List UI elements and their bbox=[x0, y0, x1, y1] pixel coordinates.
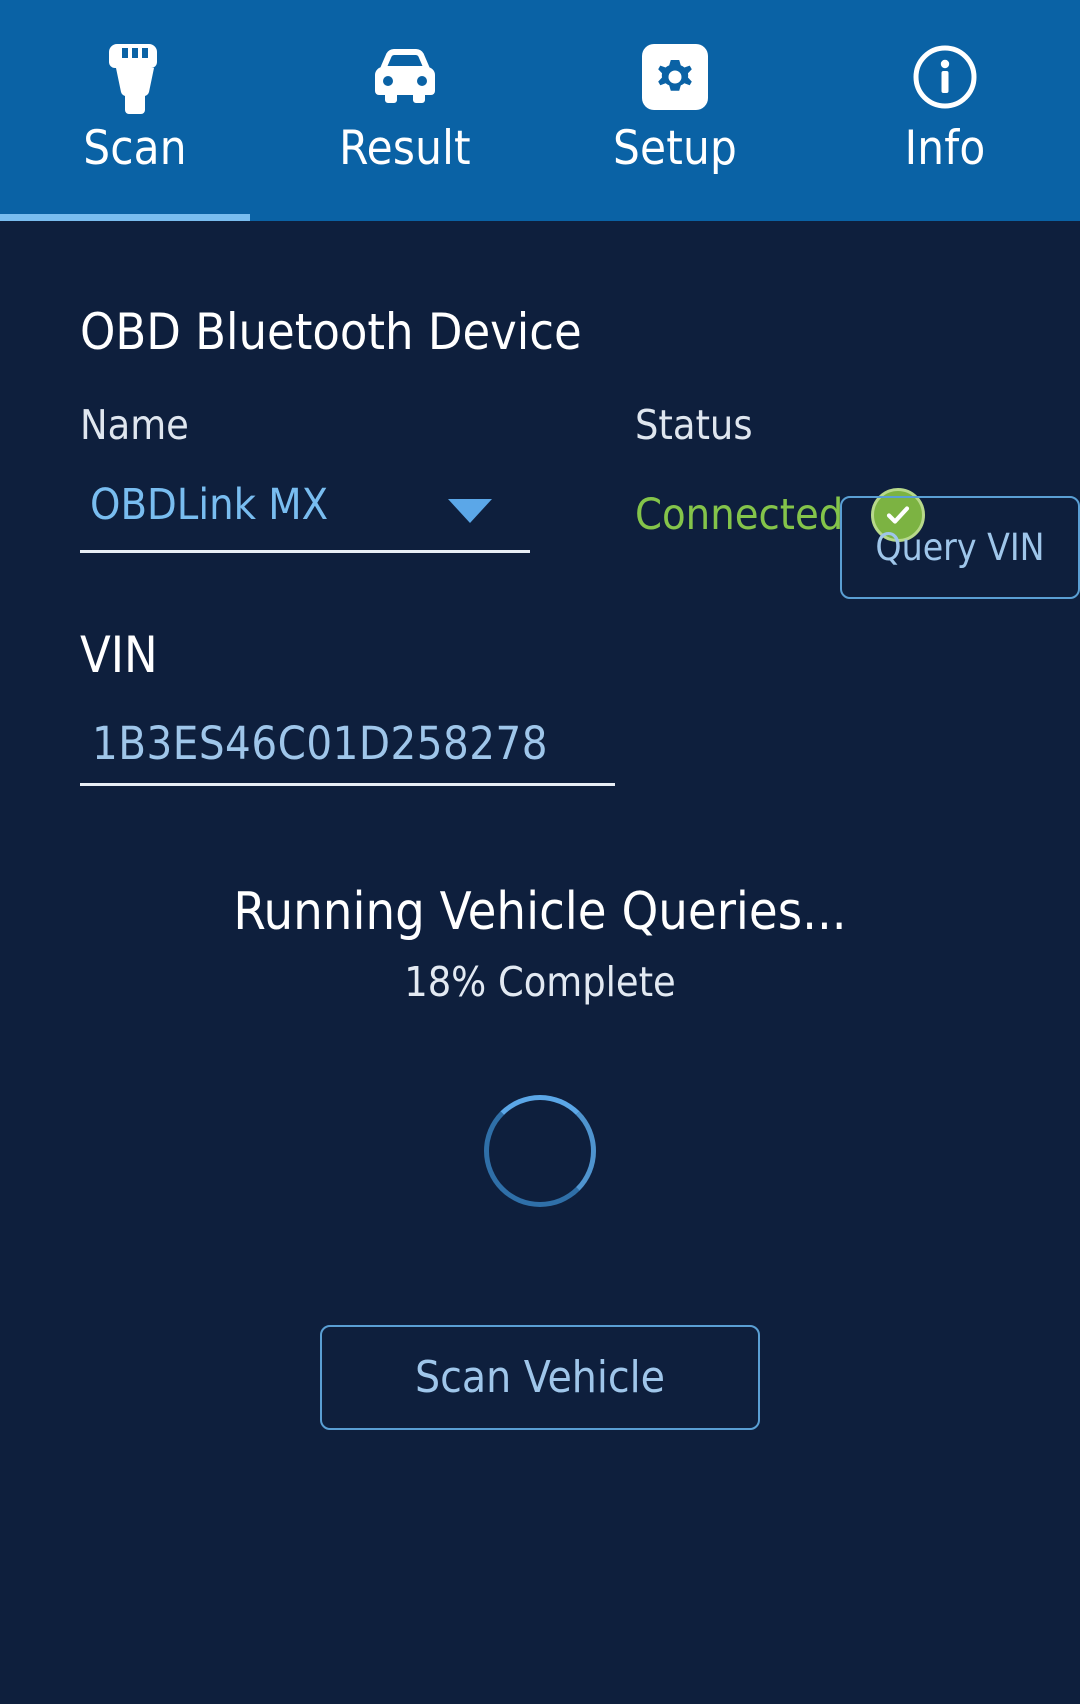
tab-info[interactable]: Info bbox=[810, 0, 1080, 221]
query-vin-button[interactable]: Query VIN bbox=[840, 496, 1080, 599]
progress-title: Running Vehicle Queries... bbox=[233, 882, 847, 942]
obd-plug-icon bbox=[109, 40, 161, 114]
vin-group: VIN 1B3ES46C01D258278 bbox=[80, 626, 1000, 806]
device-name-value: OBDLink MX bbox=[90, 480, 329, 530]
scan-progress: Running Vehicle Queries... 18% Complete bbox=[0, 881, 1080, 1207]
spinner-container bbox=[0, 1095, 1080, 1207]
tab-info-label: Info bbox=[904, 121, 986, 176]
tab-result[interactable]: Result bbox=[270, 0, 540, 221]
obd-scanner-app: Scan Result Setup Info OBD Bluetooth Dev… bbox=[0, 0, 1080, 1704]
vin-input[interactable]: 1B3ES46C01D258278 bbox=[80, 714, 615, 786]
loading-spinner-icon bbox=[484, 1095, 596, 1207]
gear-icon bbox=[642, 40, 708, 114]
tab-scan-label: Scan bbox=[83, 121, 187, 176]
top-tab-bar: Scan Result Setup Info bbox=[0, 0, 1080, 221]
page-title: OBD Bluetooth Device bbox=[80, 303, 582, 361]
info-icon bbox=[911, 40, 979, 114]
scan-panel: OBD Bluetooth Device Name OBDLink MX Sta… bbox=[0, 221, 1080, 1704]
tab-setup-label: Setup bbox=[612, 121, 738, 176]
tab-scan[interactable]: Scan bbox=[0, 0, 270, 221]
chevron-down-icon[interactable] bbox=[448, 499, 492, 523]
device-name-group: Name OBDLink MX bbox=[80, 401, 620, 553]
tab-setup[interactable]: Setup bbox=[540, 0, 810, 221]
active-tab-indicator bbox=[0, 214, 250, 221]
progress-percent-label: 18% Complete bbox=[404, 958, 676, 1006]
car-icon bbox=[369, 40, 441, 114]
device-status-label: Status bbox=[635, 401, 753, 449]
device-name-label: Name bbox=[80, 401, 189, 449]
device-name-select[interactable]: OBDLink MX bbox=[80, 477, 530, 553]
tab-result-label: Result bbox=[339, 121, 471, 176]
vin-label: VIN bbox=[80, 626, 158, 684]
scan-vehicle-button[interactable]: Scan Vehicle bbox=[320, 1325, 760, 1430]
vin-value: 1B3ES46C01D258278 bbox=[92, 717, 549, 770]
device-status-value: Connected bbox=[635, 490, 844, 540]
